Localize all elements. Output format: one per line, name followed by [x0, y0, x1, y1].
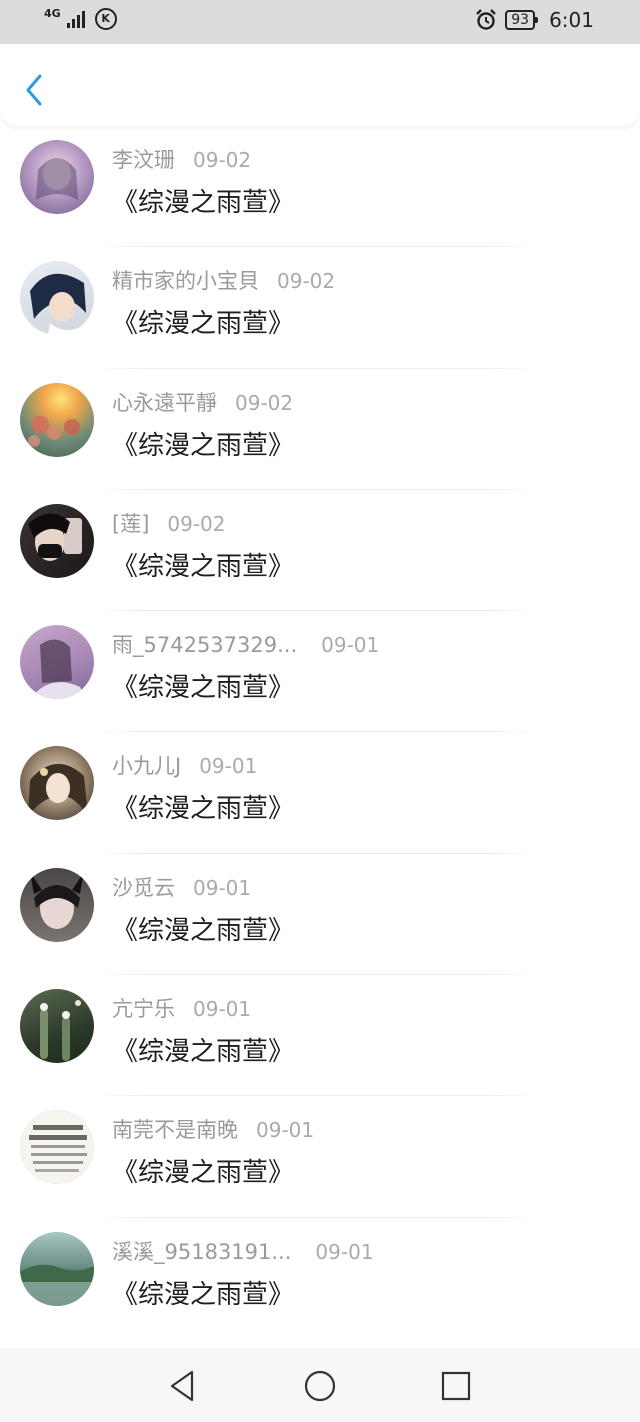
book-title[interactable]: 《综漫之雨萱》 [112, 1274, 294, 1311]
book-title[interactable]: 《综漫之雨萱》 [112, 910, 294, 947]
avatar[interactable] [20, 382, 94, 457]
list-item[interactable]: 沙觅云 09-01 《综漫之雨萱》 [0, 854, 640, 976]
nav-recents-button[interactable] [438, 1368, 474, 1404]
book-title[interactable]: 《综漫之雨萱》 [112, 1031, 294, 1068]
list-item[interactable]: 小九儿J 09-01 《综漫之雨萱》 [0, 732, 640, 854]
reader-list: 李汶珊 09-02 《综漫之雨萱》 精市家的小宝貝 09-02 《综漫之雨萱》 [0, 126, 640, 1339]
user-name[interactable]: 南莞不是南晚 [112, 1114, 238, 1144]
avatar[interactable] [20, 503, 94, 578]
date: 09-01 [256, 1118, 315, 1143]
list-item[interactable]: 精市家的小宝貝 09-02 《综漫之雨萱》 [0, 247, 640, 369]
date: 09-01 [199, 754, 258, 779]
avatar[interactable] [20, 261, 94, 336]
user-name[interactable]: [莲] [112, 508, 149, 538]
user-name[interactable]: 雨_5742537329... [112, 629, 297, 659]
system-nav-bar [0, 1348, 640, 1422]
date: 09-01 [193, 997, 252, 1022]
avatar[interactable] [20, 867, 94, 942]
nav-back-button[interactable] [164, 1368, 200, 1404]
item-meta: 精市家的小宝貝 09-02 [112, 265, 335, 295]
book-title[interactable]: 《综漫之雨萱》 [112, 425, 294, 462]
user-name[interactable]: 李汶珊 [112, 144, 175, 174]
book-title[interactable]: 《综漫之雨萱》 [112, 546, 294, 583]
user-name[interactable]: 亢宁乐 [112, 993, 175, 1023]
app-header [0, 44, 640, 126]
book-title[interactable]: 《综漫之雨萱》 [112, 788, 294, 825]
user-name[interactable]: 溪溪_95183191... [112, 1236, 291, 1266]
item-meta: 小九儿J 09-01 [112, 750, 257, 780]
date: 09-02 [277, 269, 336, 294]
list-item[interactable]: 雨_5742537329... 09-01 《综漫之雨萱》 [0, 611, 640, 733]
book-title[interactable]: 《综漫之雨萱》 [112, 667, 294, 704]
status-bar: 4G K 93 6:01 [0, 0, 640, 44]
list-item[interactable]: 南莞不是南晚 09-01 《综漫之雨萱》 [0, 1096, 640, 1218]
item-meta: 亢宁乐 09-01 [112, 993, 251, 1023]
list-item[interactable]: [莲] 09-02 《综漫之雨萱》 [0, 490, 640, 612]
signal-icon [66, 11, 85, 28]
avatar[interactable] [20, 140, 94, 214]
book-title[interactable]: 《综漫之雨萱》 [112, 1152, 294, 1189]
item-meta: [莲] 09-02 [112, 508, 226, 538]
date: 09-01 [321, 633, 380, 658]
battery-icon: 93 [505, 10, 538, 30]
date: 09-02 [167, 511, 226, 536]
item-meta: 沙觅云 09-01 [112, 872, 251, 902]
date: 09-01 [193, 875, 252, 900]
user-name[interactable]: 小九儿J [112, 750, 181, 780]
item-meta: 李汶珊 09-02 [112, 144, 251, 174]
chevron-left-icon [26, 74, 42, 106]
avatar[interactable] [20, 625, 94, 700]
user-name[interactable]: 心永遠平靜 [112, 387, 217, 417]
clock: 6:01 [549, 8, 594, 32]
status-right: 93 6:01 [475, 8, 594, 32]
back-button[interactable] [20, 72, 50, 108]
book-title[interactable]: 《综漫之雨萱》 [112, 303, 294, 340]
book-title[interactable]: 《综漫之雨萱》 [112, 182, 294, 219]
list-item[interactable]: 溪溪_95183191... 09-01 《综漫之雨萱》 [0, 1218, 640, 1339]
triangle-back-icon [170, 1370, 194, 1402]
user-name[interactable]: 沙觅云 [112, 872, 175, 902]
k-app-icon: K [94, 8, 117, 30]
alarm-icon [476, 9, 497, 30]
avatar[interactable] [20, 746, 94, 821]
item-meta: 心永遠平靜 09-02 [112, 387, 293, 417]
network-type: 4G [44, 6, 61, 20]
item-meta: 南莞不是南晚 09-01 [112, 1114, 314, 1144]
nav-home-button[interactable] [302, 1368, 338, 1404]
date: 09-01 [315, 1239, 374, 1264]
avatar[interactable] [20, 989, 94, 1064]
item-meta: 雨_5742537329... 09-01 [112, 629, 379, 659]
avatar[interactable] [20, 1231, 94, 1306]
status-left: 4G K [44, 6, 117, 30]
date: 09-02 [235, 390, 294, 415]
list-item[interactable]: 李汶珊 09-02 《综漫之雨萱》 [0, 126, 640, 248]
item-meta: 溪溪_95183191... 09-01 [112, 1236, 374, 1266]
date: 09-02 [193, 148, 252, 172]
avatar[interactable] [20, 1110, 94, 1185]
list-item[interactable]: 心永遠平靜 09-02 《综漫之雨萱》 [0, 369, 640, 490]
square-recents-icon [441, 1371, 471, 1401]
list-item[interactable]: 亢宁乐 09-01 《综漫之雨萱》 [0, 975, 640, 1097]
user-name[interactable]: 精市家的小宝貝 [112, 265, 259, 295]
circle-home-icon [304, 1370, 336, 1402]
